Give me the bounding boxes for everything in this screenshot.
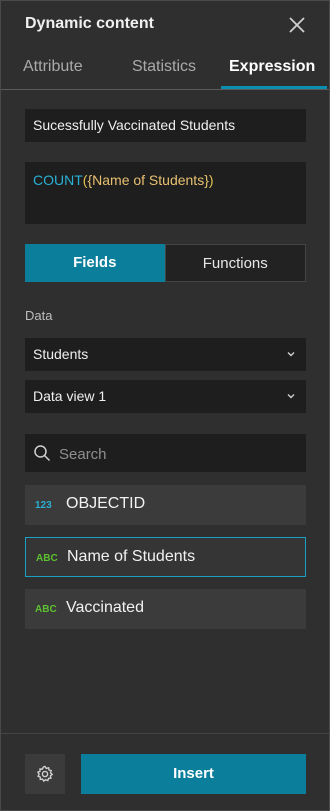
field-name: Name of Students	[67, 548, 196, 565]
tab-expression[interactable]: Expression	[229, 58, 315, 76]
tab-statistics[interactable]: Statistics	[132, 58, 196, 76]
footer-divider	[1, 733, 329, 734]
panel-header: Dynamic content	[1, 1, 329, 49]
number-type-icon: 123	[35, 500, 52, 511]
expression-function-name: COUNT	[33, 172, 83, 188]
field-item-vaccinated[interactable]: ABC Vaccinated	[25, 589, 306, 629]
chevron-down-icon	[287, 352, 295, 357]
data-section-label: Data	[25, 308, 53, 323]
panel-title: Dynamic content	[25, 15, 154, 32]
expression-close-paren: )	[208, 172, 214, 188]
data-source-select[interactable]: Students	[25, 338, 306, 371]
tab-bar: Attribute Statistics Expression	[1, 53, 329, 90]
search-input[interactable]	[57, 434, 301, 474]
functions-tab-button[interactable]: Functions	[164, 244, 306, 282]
data-view-value: Data view 1	[33, 388, 107, 404]
expression-field-token: {Name of Students}	[87, 172, 209, 188]
field-name: Vaccinated	[66, 599, 144, 616]
field-item-objectid[interactable]: 123 OBJECTID	[25, 485, 306, 525]
active-tab-indicator	[221, 86, 327, 89]
dynamic-content-panel: Dynamic content Attribute Statistics Exp…	[0, 0, 330, 811]
expression-editor[interactable]: COUNT({Name of Students})	[25, 162, 306, 224]
field-search[interactable]	[25, 434, 306, 474]
field-item-name-of-students[interactable]: ABC Name of Students	[25, 537, 306, 577]
expression-name-field[interactable]: Sucessfully Vaccinated Students	[25, 109, 306, 142]
fields-functions-toggle: Fields Functions	[25, 244, 306, 282]
insert-button[interactable]: Insert	[81, 754, 306, 794]
string-type-icon: ABC	[36, 553, 58, 564]
data-view-select[interactable]: Data view 1	[25, 380, 306, 413]
string-type-icon: ABC	[35, 604, 57, 615]
data-source-value: Students	[33, 346, 89, 362]
tab-attribute[interactable]: Attribute	[23, 58, 83, 76]
gear-icon	[36, 765, 54, 783]
chevron-down-icon	[287, 394, 295, 399]
fields-tab-button[interactable]: Fields	[25, 244, 165, 282]
search-icon	[34, 445, 51, 462]
close-icon[interactable]	[285, 13, 309, 37]
field-name: OBJECTID	[66, 495, 146, 512]
settings-button[interactable]	[25, 754, 65, 794]
